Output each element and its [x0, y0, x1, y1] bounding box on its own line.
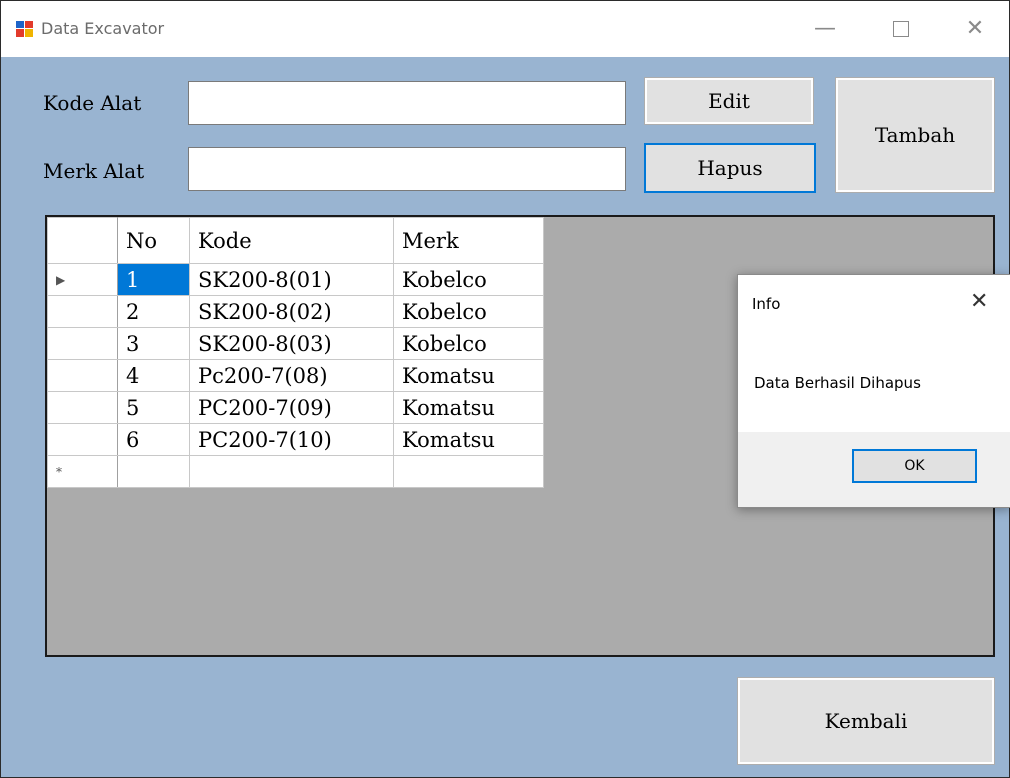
current-row-indicator-icon[interactable]: ▶ [47, 263, 118, 296]
cell-merk[interactable]: Komatsu [393, 423, 544, 456]
minimize-icon: — [814, 16, 836, 41]
cell-merk[interactable]: Komatsu [393, 391, 544, 424]
cell-no[interactable]: 6 [117, 423, 190, 456]
table-row[interactable]: ▶ 1 SK200-8(01) Kobelco [47, 263, 544, 296]
dialog-message: Data Berhasil Dihapus [754, 374, 921, 392]
column-header-no[interactable]: No [117, 217, 190, 264]
new-row-indicator-icon[interactable]: * [47, 455, 118, 488]
row-header[interactable] [47, 327, 118, 360]
main-window: Data Excavator — ✕ Kode Alat Merk Alat E… [0, 0, 1010, 778]
row-header[interactable] [47, 423, 118, 456]
tambah-button[interactable]: Tambah [835, 77, 995, 193]
table-row[interactable]: 4 Pc200-7(08) Komatsu [47, 359, 544, 392]
cell-no[interactable]: 2 [117, 295, 190, 328]
cell-no[interactable]: 3 [117, 327, 190, 360]
cell-no[interactable]: 4 [117, 359, 190, 392]
maximize-icon [893, 21, 909, 37]
column-header-kode[interactable]: Kode [189, 217, 394, 264]
cell-kode[interactable]: PC200-7(09) [189, 391, 394, 424]
title-bar: Data Excavator — ✕ [1, 1, 1009, 57]
cell-merk[interactable]: Kobelco [393, 295, 544, 328]
hapus-button[interactable]: Hapus [644, 143, 816, 193]
row-header[interactable] [47, 295, 118, 328]
table-row[interactable]: 2 SK200-8(02) Kobelco [47, 295, 544, 328]
row-header-corner [47, 217, 118, 264]
row-header[interactable] [47, 391, 118, 424]
close-button[interactable]: ✕ [947, 1, 1003, 57]
cell-merk[interactable]: Komatsu [393, 359, 544, 392]
table-row[interactable]: 6 PC200-7(10) Komatsu [47, 423, 544, 456]
kode-alat-label: Kode Alat [43, 91, 142, 115]
dialog-close-icon[interactable]: ✕ [970, 289, 988, 314]
table-row[interactable]: 5 PC200-7(09) Komatsu [47, 391, 544, 424]
grid-header-row: No Kode Merk [47, 217, 544, 264]
cell-kode[interactable]: SK200-8(01) [189, 263, 394, 296]
kode-alat-input[interactable] [188, 81, 626, 125]
new-row[interactable]: * [47, 455, 544, 488]
merk-alat-label: Merk Alat [43, 159, 145, 183]
table-row[interactable]: 3 SK200-8(03) Kobelco [47, 327, 544, 360]
cell-kode[interactable]: PC200-7(10) [189, 423, 394, 456]
merk-alat-input[interactable] [188, 147, 626, 191]
cell-kode[interactable]: Pc200-7(08) [189, 359, 394, 392]
row-header[interactable] [47, 359, 118, 392]
kembali-button[interactable]: Kembali [737, 677, 995, 765]
cell-no[interactable] [117, 455, 190, 488]
dialog-title: Info [752, 295, 781, 313]
window-title: Data Excavator [41, 19, 165, 38]
cell-kode[interactable]: SK200-8(03) [189, 327, 394, 360]
cell-no[interactable]: 1 [117, 263, 190, 296]
ok-button[interactable]: OK [852, 449, 977, 483]
cell-merk[interactable] [393, 455, 544, 488]
maximize-button[interactable] [873, 1, 929, 57]
cell-kode[interactable] [189, 455, 394, 488]
grid-table: No Kode Merk ▶ 1 SK200-8(01) Kobelco 2 S… [47, 217, 544, 488]
cell-kode[interactable]: SK200-8(02) [189, 295, 394, 328]
column-header-merk[interactable]: Merk [393, 217, 544, 264]
cell-merk[interactable]: Kobelco [393, 263, 544, 296]
cell-merk[interactable]: Kobelco [393, 327, 544, 360]
edit-button[interactable]: Edit [644, 77, 814, 125]
cell-no[interactable]: 5 [117, 391, 190, 424]
info-message-box: Info ✕ Data Berhasil Dihapus OK [737, 274, 1010, 508]
close-icon: ✕ [965, 16, 985, 41]
app-form-icon [16, 21, 33, 37]
dialog-footer: OK [738, 432, 1010, 507]
minimize-button[interactable]: — [797, 1, 853, 57]
